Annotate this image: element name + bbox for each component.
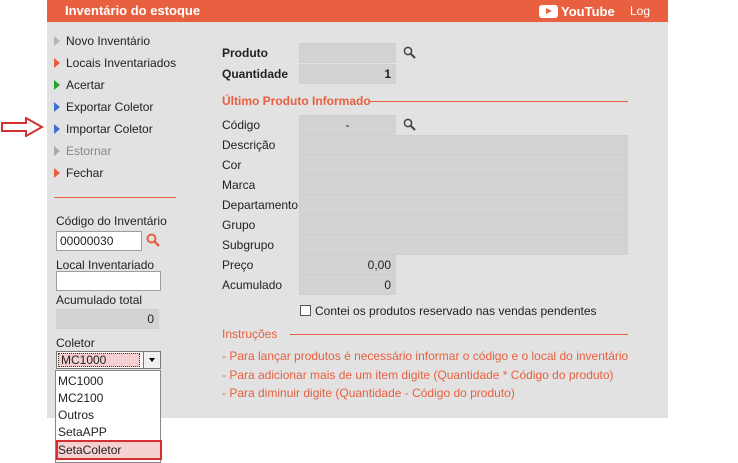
ultimo-produto-title: Último Produto Informado: [222, 94, 371, 108]
acumulado-total-label: Acumulado total: [56, 293, 143, 307]
cor-value: [299, 155, 628, 175]
codigo-search-icon[interactable]: [403, 118, 416, 131]
ultimo-produto-divider: [370, 101, 628, 102]
reservado-checkbox[interactable]: [300, 305, 311, 316]
menu-label: Novo Inventário: [66, 34, 151, 48]
coletor-select[interactable]: MC1000: [56, 351, 161, 369]
menu-label: Fechar: [66, 166, 104, 180]
coletor-label: Coletor: [56, 336, 95, 350]
menu-label: Estornar: [66, 144, 112, 158]
menu-exportar-coletor[interactable]: Exportar Coletor: [54, 99, 153, 115]
codigo-label: Código: [222, 118, 261, 132]
menu-divider: [54, 197, 176, 198]
departamento-label: Departamento: [222, 198, 299, 212]
menu-importar-coletor[interactable]: Importar Coletor: [54, 121, 153, 137]
descricao-value: [299, 135, 628, 155]
triangle-icon: [54, 80, 60, 90]
triangle-icon: [54, 168, 60, 178]
coletor-option[interactable]: MC1000: [58, 374, 103, 389]
local-inventariado-input[interactable]: [56, 271, 161, 291]
codigo-value: -: [299, 115, 396, 135]
triangle-icon: [54, 58, 60, 68]
menu-acertar[interactable]: Acertar: [54, 77, 105, 93]
marca-label: Marca: [222, 178, 256, 192]
triangle-icon: [54, 36, 60, 46]
cor-label: Cor: [222, 158, 242, 172]
triangle-icon: [54, 124, 60, 134]
menu-estornar: Estornar: [54, 143, 111, 159]
youtube-icon: [539, 4, 558, 18]
log-link[interactable]: Log: [630, 4, 650, 18]
menu-label: Locais Inventariados: [66, 56, 177, 70]
reservado-checkbox-label[interactable]: Contei os produtos reservado nas vendas …: [315, 304, 597, 318]
subgrupo-label: Subgrupo: [222, 238, 275, 252]
local-inventariado-label: Local Inventariado: [56, 258, 155, 272]
instrucao-line: - Para adicionar mais de um item digite …: [222, 368, 614, 382]
acumulado-value: 0: [299, 275, 396, 295]
quantidade-label: Quantidade: [222, 67, 289, 81]
youtube-link[interactable]: YouTube: [539, 3, 615, 19]
quantidade-input[interactable]: 1: [299, 64, 396, 84]
instrucao-line: - Para lançar produtos é necessário info…: [222, 349, 629, 363]
codigo-inventario-input[interactable]: 00000030: [56, 231, 142, 251]
menu-label: Acertar: [66, 78, 105, 92]
acumulado-total-value: 0: [56, 309, 159, 329]
triangle-icon: [54, 146, 60, 156]
subgrupo-value: [299, 235, 628, 255]
menu-label: Importar Coletor: [66, 122, 153, 136]
search-icon[interactable]: [146, 233, 160, 247]
menu-locais-inventariados[interactable]: Locais Inventariados: [54, 55, 176, 71]
descricao-label: Descrição: [222, 138, 276, 152]
chevron-down-icon[interactable]: [143, 352, 160, 368]
coletor-selected-value: MC1000: [58, 353, 140, 367]
codigo-inventario-label: Código do Inventário: [56, 214, 167, 228]
menu-fechar[interactable]: Fechar: [54, 165, 103, 181]
coletor-options-list: MC1000 MC2100 Outros SetaAPP SetaColetor: [55, 370, 162, 463]
preco-value: 0,00: [299, 255, 396, 275]
acumulado-label: Acumulado: [222, 278, 283, 292]
produto-label: Produto: [222, 46, 268, 60]
produto-input[interactable]: [299, 43, 396, 63]
menu-label: Exportar Coletor: [66, 100, 154, 114]
marca-value: [299, 175, 628, 195]
produto-search-icon[interactable]: [403, 46, 416, 59]
grupo-label: Grupo: [222, 218, 256, 232]
window-title: Inventário do estoque: [65, 3, 201, 18]
triangle-icon: [54, 102, 60, 112]
instrucoes-title: Instruções: [222, 327, 278, 341]
coletor-option[interactable]: Outros: [58, 408, 94, 423]
title-bar: Inventário do estoque YouTube Log: [47, 0, 668, 22]
instrucao-line: - Para diminuir digite (Quantidade - Cód…: [222, 386, 515, 400]
instrucoes-divider: [290, 334, 628, 335]
preco-label: Preço: [222, 258, 254, 272]
departamento-value: [299, 195, 628, 215]
menu-novo-inventario[interactable]: Novo Inventário: [54, 33, 150, 49]
coletor-option[interactable]: MC2100: [58, 391, 103, 406]
grupo-value: [299, 215, 628, 235]
coletor-option-highlighted[interactable]: SetaColetor: [58, 443, 121, 458]
youtube-label: YouTube: [561, 3, 615, 19]
coletor-option[interactable]: SetaAPP: [58, 425, 107, 440]
pointer-arrow-icon: [1, 117, 44, 137]
